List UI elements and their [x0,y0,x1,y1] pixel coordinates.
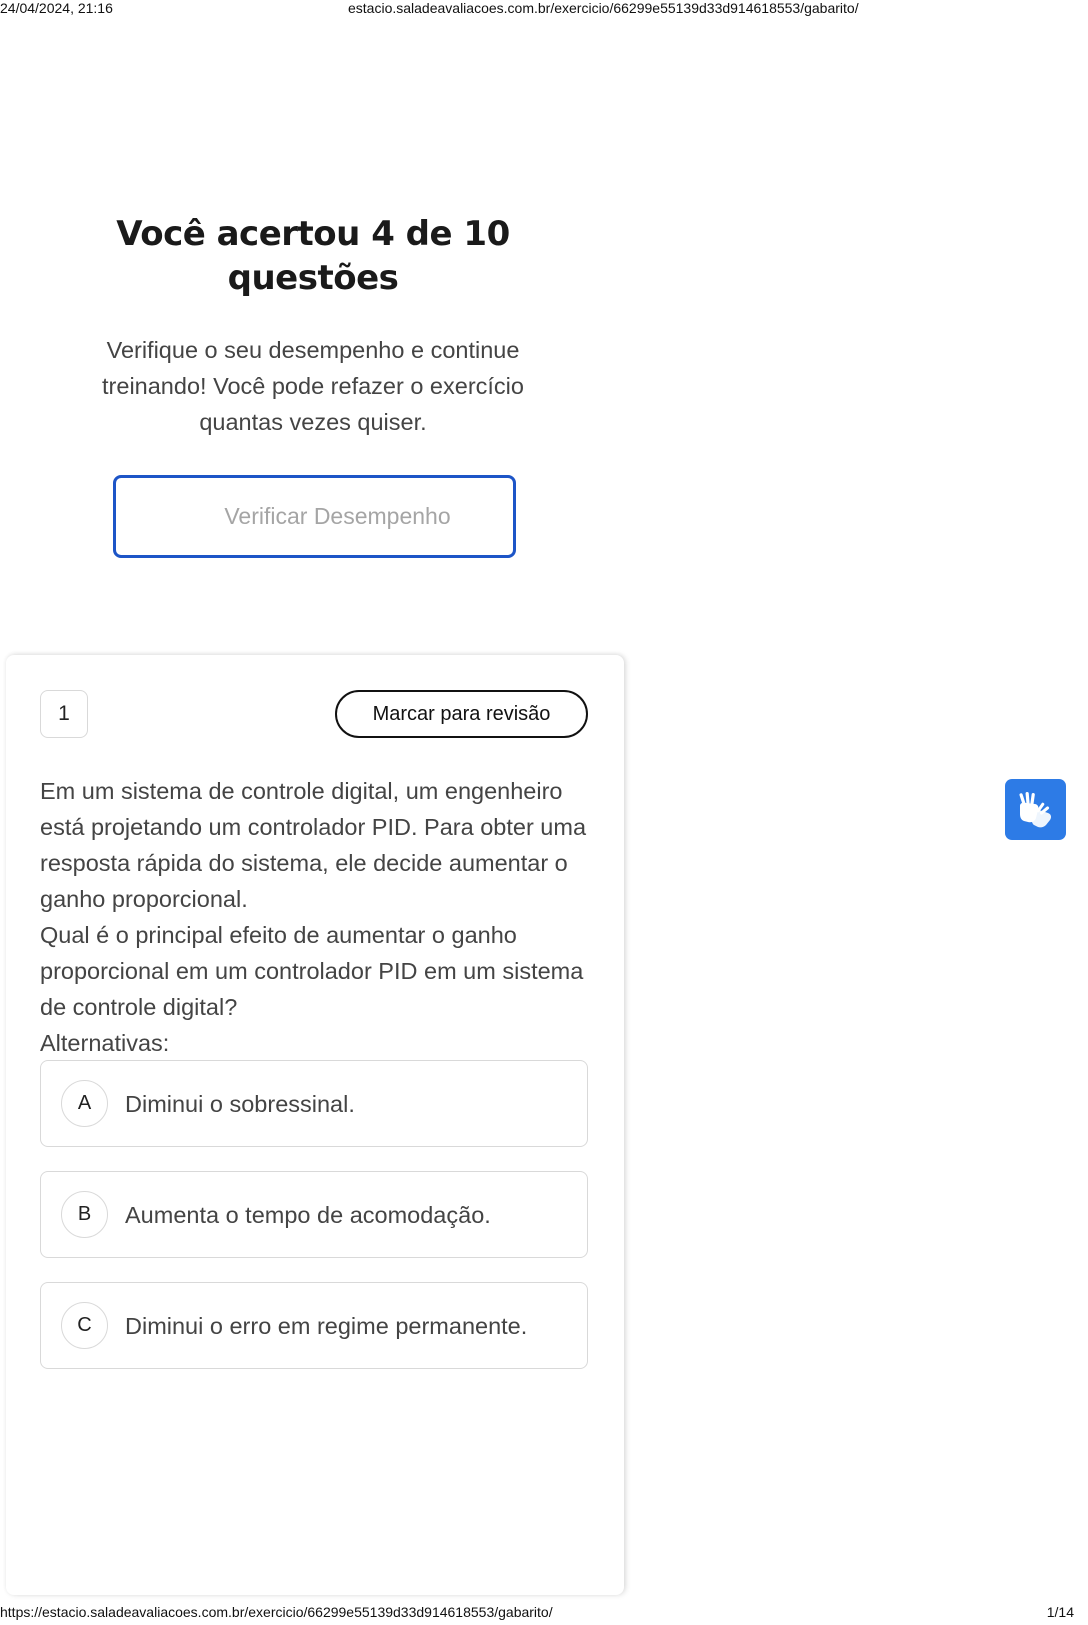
sign-language-widget-button[interactable] [1005,779,1066,840]
question-prompt: Qual é o principal efeito de aumentar o … [40,922,584,1020]
option-text: Diminui o sobressinal. [125,1091,355,1117]
question-statement: Em um sistema de controle digital, um en… [40,778,587,912]
option-c[interactable]: C Diminui o erro em regime permanente. [40,1282,588,1369]
result-description: Verifique o seu desempenho e continue tr… [102,337,524,435]
question-text: Em um sistema de controle digital, um en… [40,773,600,1061]
footer-url: https://estacio.saladeavaliacoes.com.br/… [0,1604,553,1620]
verify-performance-button[interactable]: Verificar Desempenho [113,475,516,558]
sign-language-hands-icon [1018,791,1051,827]
print-footer: https://estacio.saladeavaliacoes.com.br/… [0,1604,1088,1624]
alternatives-label: Alternativas: [40,1030,170,1056]
option-letter: B [61,1191,108,1238]
print-url: estacio.saladeavaliacoes.com.br/exercici… [348,0,859,16]
question-number: 1 [40,690,88,738]
mark-for-review-button[interactable]: Marcar para revisão [335,690,588,738]
print-datetime: 24/04/2024, 21:16 [0,0,113,16]
option-letter: C [61,1302,108,1349]
question-card: 1 Marcar para revisão Em um sistema de c… [6,655,624,1595]
result-title: Você acertou 4 de 10 questões [116,214,510,298]
option-letter: A [61,1080,108,1127]
result-summary: Você acertou 4 de 10 questões Verifique … [60,212,566,440]
print-header: 24/04/2024, 21:16 estacio.saladeavaliaco… [0,0,1088,18]
option-b[interactable]: B Aumenta o tempo de acomodação. [40,1171,588,1258]
option-text: Diminui o erro em regime permanente. [125,1313,528,1339]
page-counter: 1/14 [1046,1604,1074,1620]
option-text: Aumenta o tempo de acomodação. [125,1202,491,1228]
option-a[interactable]: A Diminui o sobressinal. [40,1060,588,1147]
